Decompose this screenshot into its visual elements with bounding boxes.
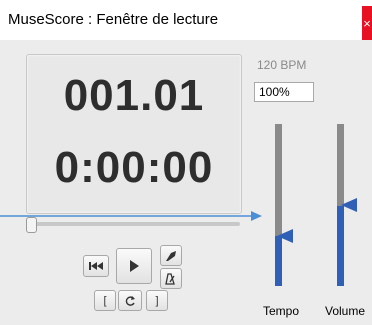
annotation-arrow [0, 211, 262, 221]
